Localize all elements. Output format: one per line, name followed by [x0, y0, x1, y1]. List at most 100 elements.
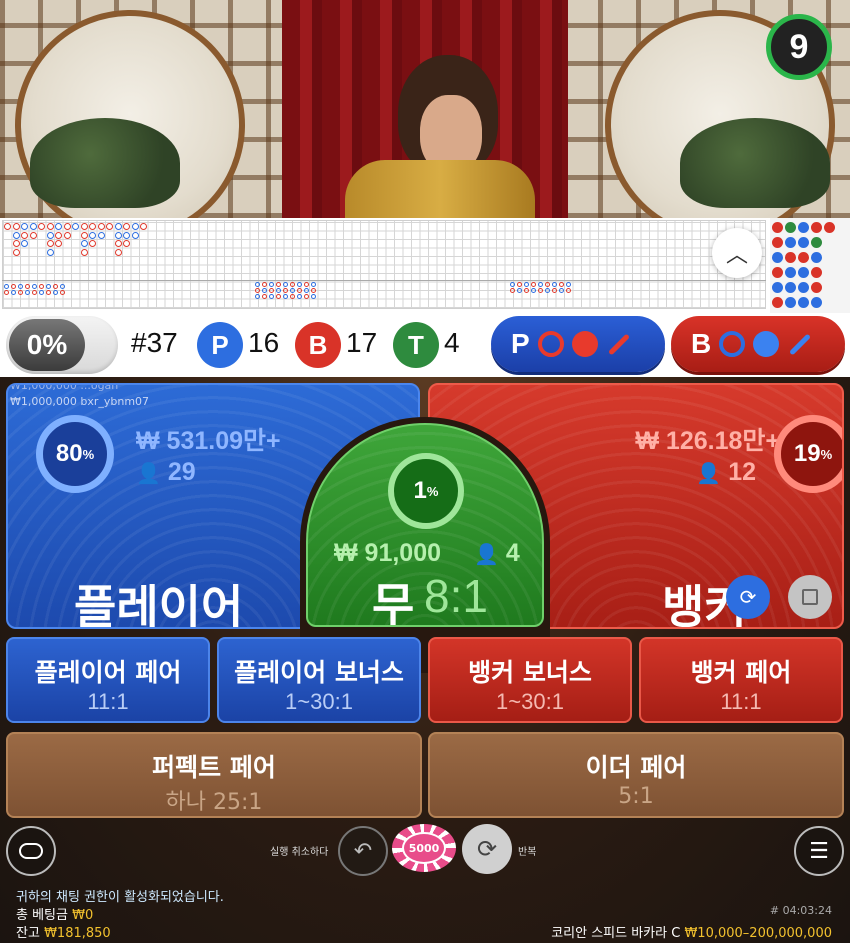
menu-button[interactable]: ☰: [794, 826, 844, 876]
banker-wins-badge: B: [295, 322, 341, 368]
bettor-feed-2: ₩1,000,000 bxr_ybnm07: [10, 395, 150, 408]
road-dot: [297, 288, 302, 293]
chevron-up-icon: ︿: [725, 243, 748, 268]
road-dot: [123, 240, 130, 247]
road-dot: [123, 231, 130, 239]
road-dot: [538, 288, 543, 293]
road-dot: [114, 240, 122, 247]
dealer: [345, 160, 535, 218]
side-bet-odds: 11:1: [720, 689, 762, 714]
pair-bet-odds: 하나 25:1: [165, 790, 263, 815]
road-dot: [297, 282, 302, 287]
road-dot: [4, 284, 9, 289]
predict-player-letter: P: [511, 328, 530, 359]
total-bet-label: 총 베팅금: [16, 908, 68, 923]
road-dot: [12, 231, 20, 239]
balance: 잔고 ₩181,850: [16, 922, 111, 941]
road-dot: [276, 288, 281, 293]
tie-bettor-count: 4: [505, 539, 520, 567]
road-dot: [276, 294, 281, 299]
blue-dot-icon: [753, 331, 780, 357]
percent-toggle-knob: 0%: [9, 319, 85, 371]
road-dot: [29, 231, 37, 239]
road-dot: [46, 284, 51, 289]
player-bonus-bet[interactable]: 플레이어 보너스 1~30:1: [217, 637, 421, 723]
road-dot: [32, 290, 37, 295]
expand-roadmap-button[interactable]: ︿: [712, 228, 762, 278]
road-dot: [25, 284, 30, 289]
undo-arrow-icon: ↶: [353, 838, 373, 864]
either-pair-bet[interactable]: 이더 페어 5:1: [428, 732, 844, 818]
bead-mark: [785, 297, 796, 308]
road-dot: [311, 294, 316, 299]
road-dot: [559, 288, 564, 293]
player-bettor-count: 29: [167, 458, 196, 486]
road-dot: [510, 282, 515, 287]
undo-button[interactable]: ↶: [338, 826, 388, 876]
banker-predict-button[interactable]: B: [671, 316, 845, 372]
table-name: 코리안 스피드 바카라 C: [551, 926, 681, 941]
round-number: #37: [131, 327, 178, 358]
road-dot: [269, 288, 274, 293]
total-bet: 총 베팅금 ₩0: [16, 904, 93, 923]
balance-value: ₩181,850: [44, 926, 111, 941]
road-dot: [12, 223, 20, 230]
chip-value: 5000: [402, 832, 446, 864]
player-pair-bet[interactable]: 플레이어 페어 11:1: [6, 637, 210, 723]
road-dot: [46, 290, 51, 295]
road-dot: [39, 290, 44, 295]
road-dot: [89, 231, 96, 239]
road-dot: [255, 282, 260, 287]
road-dot: [552, 288, 557, 293]
side-bet-label: 플레이어 페어: [34, 658, 182, 687]
road-dot: [21, 231, 28, 239]
player-predict-button[interactable]: P: [491, 316, 665, 372]
red-slash-icon: [607, 333, 630, 355]
table-info: 코리안 스피드 바카라 C ₩10,000–200,000,000: [551, 922, 832, 941]
road-dot: [80, 223, 88, 230]
road-dot: [559, 282, 564, 287]
side-bet-label: 뱅커 페어: [690, 658, 792, 687]
repeat-button[interactable]: ⟳: [462, 824, 512, 874]
player-label: 플레이어: [74, 580, 244, 629]
road-dot: [297, 294, 302, 299]
banker-pair-bet[interactable]: 뱅커 페어 11:1: [639, 637, 843, 723]
road-divider: [2, 280, 766, 281]
road-dot: [55, 231, 62, 239]
total-bet-value: ₩0: [72, 908, 94, 923]
chat-button[interactable]: [6, 826, 56, 876]
replay-video-button[interactable]: ⟳: [726, 575, 770, 619]
player-percent: 80: [55, 440, 83, 467]
bead-mark: [785, 252, 796, 263]
side-bet-label: 플레이어 보너스: [234, 658, 404, 687]
road-dot: [311, 282, 316, 287]
chat-icon: [19, 843, 43, 859]
tie-bet-spot[interactable]: 1% ₩ 91,000 👤 4 무 8:1: [306, 423, 544, 627]
road-dot: [545, 288, 550, 293]
road-dot: [32, 284, 37, 289]
chip-selector[interactable]: 5000: [392, 824, 456, 872]
bead-mark: [772, 222, 783, 233]
road-dot: [4, 223, 11, 230]
refresh-play-icon: ⟳: [739, 585, 757, 609]
road-dot: [89, 223, 96, 230]
side-bet-odds: 1~30:1: [496, 689, 564, 714]
road-dot: [290, 294, 295, 299]
predict-banker-letter: B: [691, 328, 712, 359]
road-dot: [39, 284, 44, 289]
bead-mark: [772, 282, 783, 293]
bonsai-left: [30, 118, 180, 208]
pair-bet-label: 퍼펙트 페어: [152, 753, 276, 782]
percent-toggle[interactable]: 0%: [6, 316, 118, 374]
road-dot: [46, 223, 54, 230]
banker-bonus-bet[interactable]: 뱅커 보너스 1~30:1: [428, 637, 632, 723]
bead-mark: [811, 267, 822, 278]
countdown-timer: 9: [766, 14, 832, 80]
perfect-pair-bet[interactable]: 퍼펙트 페어 하나 25:1: [6, 732, 422, 818]
repeat-icon: ⟳: [476, 835, 498, 863]
bead-mark: [798, 237, 809, 248]
road-dot: [140, 223, 147, 230]
side-bet-label: 뱅커 보너스: [468, 658, 592, 687]
video-size-button[interactable]: [788, 575, 832, 619]
road-dot: [11, 290, 16, 295]
